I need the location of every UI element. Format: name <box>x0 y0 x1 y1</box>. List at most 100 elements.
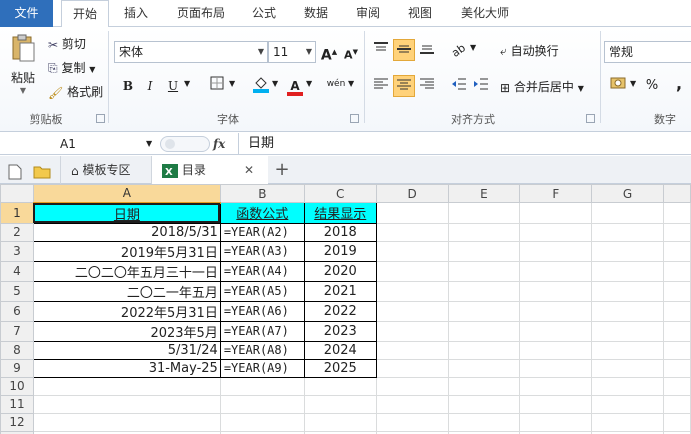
cell-c1[interactable]: 结果显示 <box>303 202 377 224</box>
add-tab-button[interactable]: + <box>272 156 292 184</box>
column-header[interactable]: D <box>375 184 449 203</box>
cell[interactable] <box>519 358 593 378</box>
cell-a5[interactable]: 二〇二一年五月 <box>32 280 221 302</box>
decrease-indent-button[interactable] <box>448 75 470 97</box>
cell-c7[interactable]: 2023 <box>303 320 377 342</box>
cell-c3[interactable]: 2019 <box>303 240 377 262</box>
cell-b9[interactable]: =YEAR(A9) <box>219 358 305 378</box>
cell[interactable] <box>447 280 521 302</box>
cell[interactable] <box>447 376 521 396</box>
select-all-button[interactable] <box>0 184 34 203</box>
cell[interactable] <box>447 222 521 242</box>
spreadsheet-grid[interactable]: A B C D E F G 1 日期 函数公式 结果显示 2 2018/5/31… <box>0 184 691 434</box>
open-folder-button[interactable] <box>33 162 51 179</box>
tab-view[interactable]: 视图 <box>400 0 440 27</box>
cell-c2[interactable]: 2018 <box>303 222 377 242</box>
cell[interactable] <box>519 300 593 322</box>
cell[interactable] <box>591 412 664 432</box>
align-middle-button[interactable] <box>393 39 415 61</box>
cell[interactable] <box>591 394 664 414</box>
cell[interactable] <box>303 376 377 396</box>
row-header[interactable]: 1 <box>0 202 34 224</box>
tab-file[interactable]: 文件 <box>0 0 53 27</box>
cell[interactable] <box>375 280 449 302</box>
cell[interactable] <box>519 394 593 414</box>
cell-a4[interactable]: 二〇二〇年五月三十一日 <box>32 260 221 282</box>
tab-review[interactable]: 审阅 <box>348 0 388 27</box>
cell[interactable] <box>591 300 664 322</box>
paste-button[interactable]: 粘贴 ▼ <box>8 33 38 97</box>
cell[interactable] <box>219 412 305 432</box>
cell[interactable] <box>375 376 449 396</box>
cell[interactable] <box>519 202 593 224</box>
row-header[interactable]: 7 <box>0 320 34 342</box>
merge-center-button[interactable]: ⊞ 合并后居中 ▼ <box>500 78 584 95</box>
cell[interactable] <box>519 260 593 282</box>
column-header[interactable]: A <box>32 184 221 204</box>
align-left-button[interactable] <box>370 75 392 97</box>
cell-b6[interactable]: =YEAR(A6) <box>219 300 305 322</box>
row-header[interactable]: 2 <box>0 222 34 242</box>
cell[interactable] <box>663 320 691 342</box>
cell[interactable] <box>375 260 449 282</box>
align-right-button[interactable] <box>416 75 438 97</box>
name-box[interactable]: A1 ▼ <box>0 133 160 155</box>
cell[interactable] <box>447 340 521 360</box>
cell[interactable] <box>663 340 691 360</box>
border-button[interactable] <box>206 75 228 97</box>
cell-a9[interactable]: 31-May-25 <box>32 358 221 378</box>
grow-font-button[interactable]: A▲ <box>318 41 340 64</box>
cell-b8[interactable]: =YEAR(A8) <box>219 340 305 360</box>
cut-button[interactable]: ✂ 剪切 <box>48 35 86 52</box>
cell[interactable] <box>591 358 664 378</box>
chevron-down-icon[interactable]: ▼ <box>630 79 636 88</box>
clipboard-dialog-launcher[interactable] <box>96 114 105 123</box>
cell-b5[interactable]: =YEAR(A5) <box>219 280 305 302</box>
align-top-button[interactable] <box>370 39 392 61</box>
percent-style-button[interactable]: % <box>641 75 663 97</box>
row-header[interactable]: 12 <box>0 412 34 432</box>
chevron-down-icon[interactable]: ▼ <box>306 79 312 88</box>
cell-a2[interactable]: 2018/5/31 <box>32 222 221 242</box>
cell[interactable] <box>519 240 593 262</box>
font-color-button[interactable]: A <box>284 75 306 97</box>
cell[interactable] <box>591 320 664 342</box>
cell-a3[interactable]: 2019年5月31日 <box>32 240 221 262</box>
number-format-select[interactable]: 常规 <box>604 41 691 63</box>
cell[interactable] <box>591 240 664 262</box>
cell-b3[interactable]: =YEAR(A3) <box>219 240 305 262</box>
cell[interactable] <box>663 376 691 396</box>
cell[interactable] <box>219 376 305 396</box>
cell[interactable] <box>663 222 691 242</box>
cell[interactable] <box>519 222 593 242</box>
cell[interactable] <box>375 340 449 360</box>
cell-c8[interactable]: 2024 <box>303 340 377 360</box>
column-header[interactable] <box>663 184 691 203</box>
wrap-text-button[interactable]: ⤶ 自动换行 <box>500 42 559 59</box>
cell[interactable] <box>663 240 691 262</box>
font-size-select[interactable]: 11 ▼ <box>268 41 316 63</box>
formula-bar-expander[interactable] <box>160 136 210 152</box>
cell[interactable] <box>303 412 377 432</box>
bold-button[interactable]: B <box>117 75 139 97</box>
row-header[interactable]: 9 <box>0 358 34 378</box>
alignment-dialog-launcher[interactable] <box>586 114 595 123</box>
cell[interactable] <box>375 240 449 262</box>
cell[interactable] <box>663 358 691 378</box>
column-header[interactable]: E <box>447 184 521 203</box>
tab-beautify-master[interactable]: 美化大师 <box>452 0 518 27</box>
row-header[interactable]: 8 <box>0 340 34 360</box>
column-header[interactable]: B <box>219 184 305 203</box>
cell[interactable] <box>375 300 449 322</box>
row-header[interactable]: 3 <box>0 240 34 262</box>
format-painter-button[interactable]: 🖌 格式刷 <box>48 83 103 100</box>
cell-a8[interactable]: 5/31/24 <box>32 340 221 360</box>
cell[interactable] <box>519 376 593 396</box>
accounting-format-button[interactable] <box>606 75 632 97</box>
tab-formulas[interactable]: 公式 <box>244 0 284 27</box>
chevron-down-icon[interactable]: ▼ <box>272 79 278 88</box>
cell[interactable] <box>447 260 521 282</box>
cell[interactable] <box>663 412 691 432</box>
phonetic-guide-button[interactable]: wén <box>325 73 347 95</box>
fill-color-button[interactable] <box>250 75 272 97</box>
